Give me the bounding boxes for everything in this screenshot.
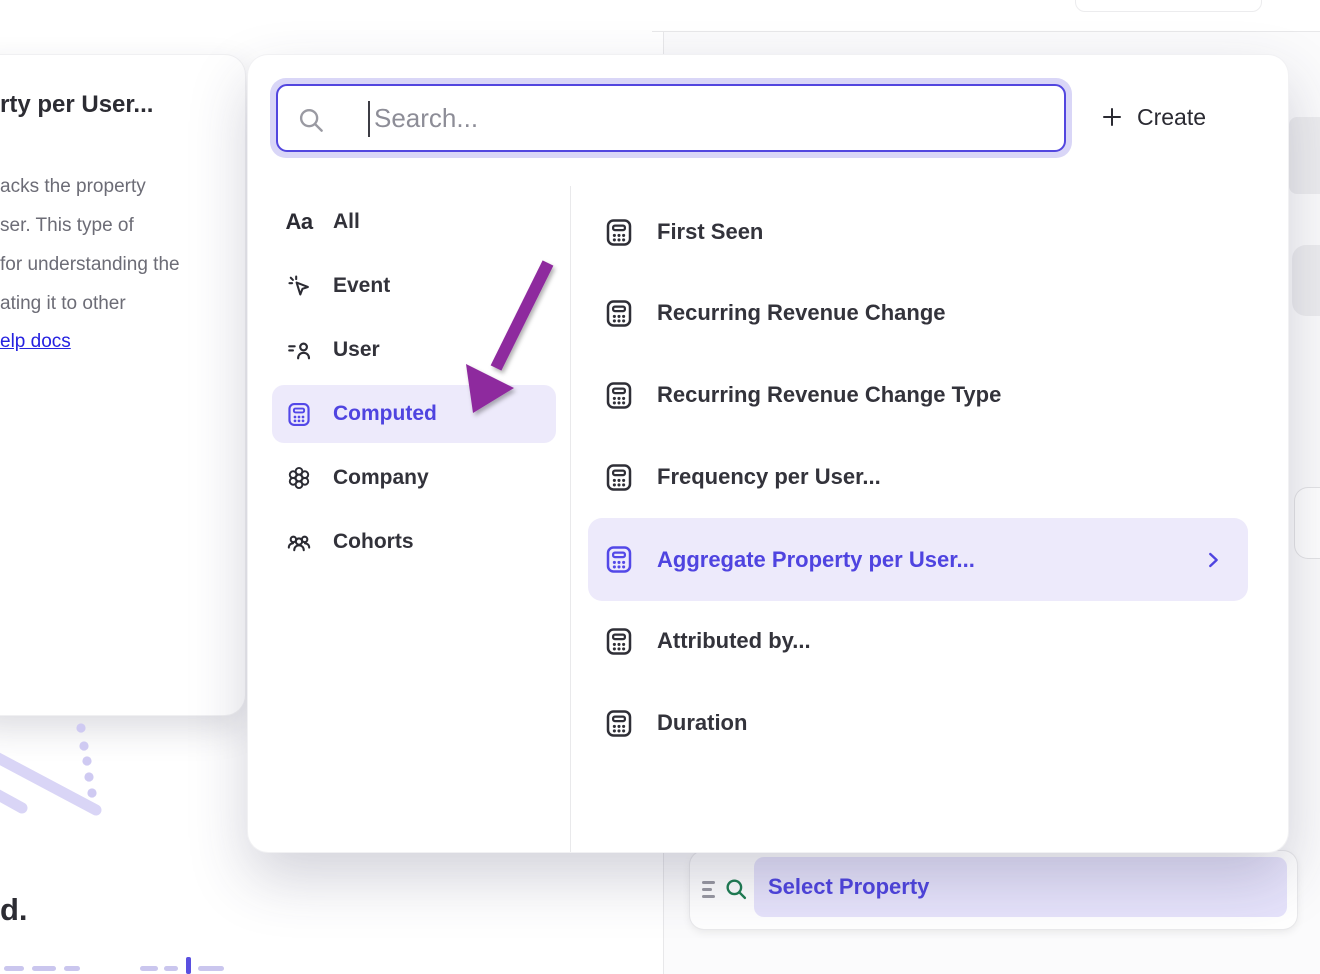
list-item-label: Frequency per User... (657, 464, 881, 490)
list-item-aggregate-property-per-user[interactable]: Aggregate Property per User... (588, 518, 1248, 601)
help-docs-link[interactable]: elp docs (0, 322, 71, 361)
list-item-first-seen[interactable]: First Seen (588, 204, 1248, 260)
tooltip-text-line: ser. This type of (0, 206, 134, 245)
create-button-label: Create (1137, 104, 1206, 131)
category-label: User (333, 338, 380, 362)
list-item-label: Recurring Revenue Change (657, 300, 946, 326)
decorative-chart-illustration (0, 700, 140, 840)
calculator-icon (604, 708, 634, 738)
clipped-link-fragment (198, 966, 224, 971)
list-item-frequency-per-user[interactable]: Frequency per User... (588, 449, 1248, 505)
background-band-fragment (1289, 117, 1320, 194)
calculator-icon (604, 298, 634, 328)
circles-cluster-icon (286, 465, 312, 491)
clipped-link-fragment (4, 966, 24, 971)
list-item-duration[interactable]: Duration (588, 695, 1248, 751)
clipped-link-fragment (186, 957, 191, 974)
property-search-icon (723, 876, 749, 902)
list-item-label: First Seen (657, 219, 763, 245)
header-divider (652, 31, 1320, 32)
tooltip-text-line: for understanding the (0, 245, 180, 284)
search-input[interactable] (278, 86, 1064, 150)
calculator-icon (604, 462, 634, 492)
background-button-fragment (1075, 0, 1262, 12)
list-item-label: Duration (657, 710, 747, 736)
tooltip-text-line: acks the property (0, 167, 146, 206)
calculator-icon (604, 626, 634, 656)
list-person-icon (286, 337, 312, 363)
property-tooltip-card: rty per User... acks the property ser. T… (0, 55, 245, 715)
list-item-attributed-by[interactable]: Attributed by... (588, 613, 1248, 669)
drag-handle-icon[interactable] (702, 878, 716, 902)
category-cohorts[interactable]: Cohorts (272, 513, 556, 571)
category-label: Cohorts (333, 530, 414, 554)
text-aa-icon: Aa (286, 209, 312, 235)
clipped-link-fragment (32, 966, 56, 971)
cursor-spark-icon (286, 273, 312, 299)
select-property-label: Select Property (754, 874, 929, 900)
background-pill-fragment (1292, 245, 1320, 316)
property-select-modal: Create Aa All Event (248, 55, 1288, 852)
category-label: All (333, 210, 360, 234)
list-item-label: Attributed by... (657, 628, 811, 654)
list-item-label: Recurring Revenue Change Type (657, 382, 1001, 408)
screen: rty per User... acks the property ser. T… (0, 0, 1320, 974)
plus-icon (1100, 105, 1124, 129)
create-button[interactable]: Create (1100, 91, 1270, 143)
calculator-icon (604, 545, 634, 575)
people-group-icon (286, 529, 312, 555)
calculator-icon (604, 380, 634, 410)
clipped-link-fragment (164, 966, 178, 971)
category-company[interactable]: Company (272, 449, 556, 507)
clipped-sentence-fragment: d. (0, 892, 28, 928)
list-item-label: Aggregate Property per User... (657, 547, 975, 573)
tooltip-title: rty per User... (0, 91, 153, 119)
property-picker-card: Select Property (690, 851, 1297, 929)
tooltip-text-line: ating it to other (0, 284, 126, 323)
select-property-button[interactable]: Select Property (754, 857, 1287, 917)
category-label: Company (333, 466, 429, 490)
clipped-link-fragment (140, 966, 158, 971)
clipped-link-fragment (64, 966, 80, 971)
annotation-arrow (430, 240, 590, 450)
search-field-focus-ring (270, 78, 1072, 158)
chevron-right-icon (1202, 549, 1224, 571)
category-label: Computed (333, 402, 437, 426)
list-item-recurring-revenue-change[interactable]: Recurring Revenue Change (588, 285, 1248, 341)
list-item-recurring-revenue-change-type[interactable]: Recurring Revenue Change Type (588, 367, 1248, 423)
calculator-icon (604, 217, 634, 247)
search-field (276, 84, 1066, 152)
background-card-fragment (1294, 487, 1320, 559)
category-label: Event (333, 274, 390, 298)
calculator-icon (286, 401, 312, 427)
